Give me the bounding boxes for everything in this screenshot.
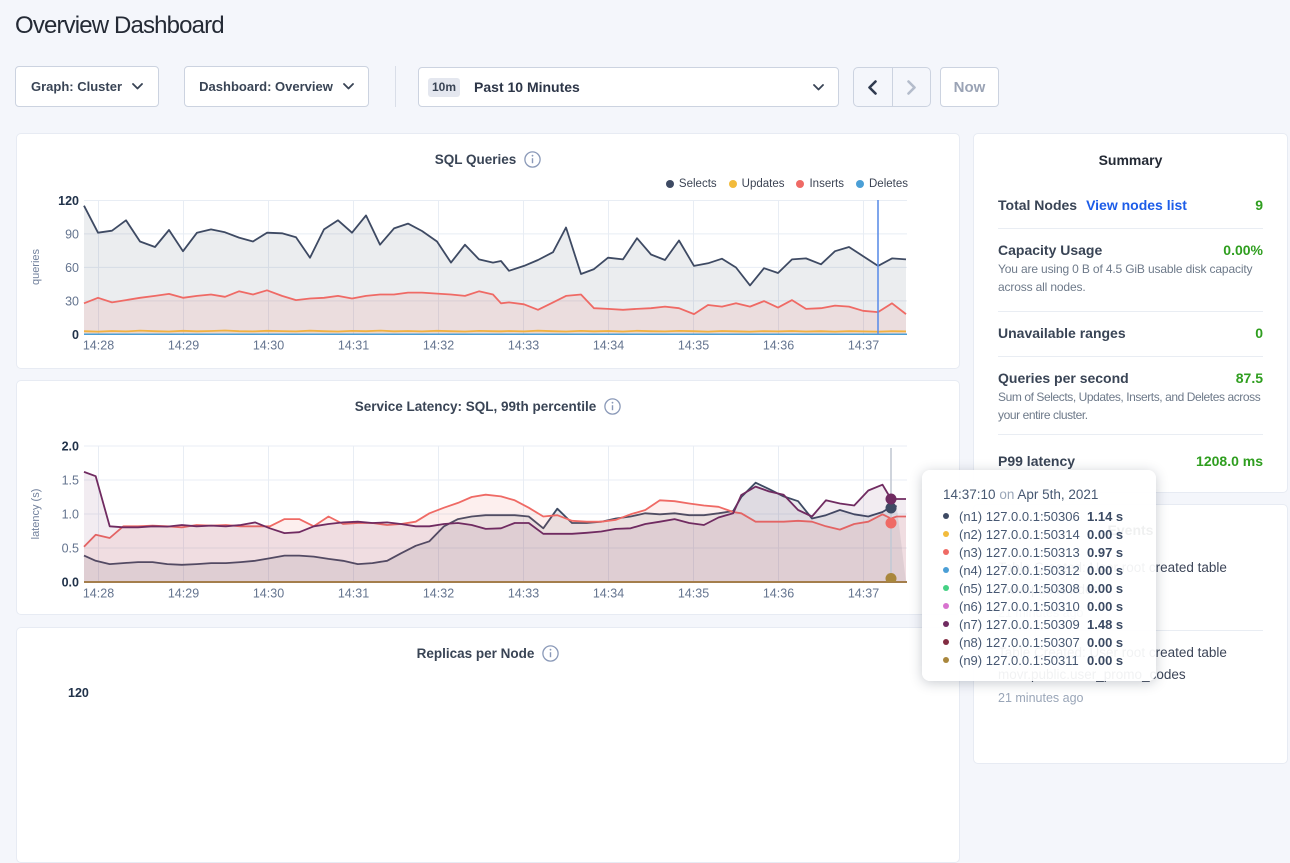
- svg-text:14:33: 14:33: [508, 339, 539, 353]
- svg-text:14:31: 14:31: [338, 339, 369, 353]
- svg-text:14:30: 14:30: [253, 339, 284, 353]
- svg-text:14:32: 14:32: [423, 339, 454, 353]
- svg-text:14:35: 14:35: [678, 587, 709, 601]
- svg-text:14:30: 14:30: [253, 587, 284, 601]
- svg-text:14:34: 14:34: [593, 339, 624, 353]
- svg-text:14:34: 14:34: [593, 587, 624, 601]
- svg-text:14:36: 14:36: [763, 587, 794, 601]
- svg-text:14:37: 14:37: [848, 587, 879, 601]
- svg-text:14:35: 14:35: [678, 339, 709, 353]
- svg-text:14:37: 14:37: [848, 339, 879, 353]
- svg-text:1.5: 1.5: [62, 474, 79, 488]
- svg-text:queries: queries: [30, 248, 42, 285]
- svg-text:latency (s): latency (s): [30, 489, 42, 540]
- svg-text:14:33: 14:33: [508, 587, 539, 601]
- svg-text:120: 120: [58, 194, 79, 208]
- svg-text:14:36: 14:36: [763, 339, 794, 353]
- svg-text:0: 0: [72, 328, 79, 342]
- svg-text:14:31: 14:31: [338, 587, 369, 601]
- svg-text:2.0: 2.0: [62, 440, 79, 454]
- svg-text:14:28: 14:28: [83, 587, 114, 601]
- svg-text:0.5: 0.5: [62, 542, 79, 556]
- svg-text:1.0: 1.0: [62, 508, 79, 522]
- svg-text:30: 30: [65, 294, 79, 308]
- svg-text:14:29: 14:29: [168, 587, 199, 601]
- svg-text:60: 60: [65, 261, 79, 275]
- svg-text:14:29: 14:29: [168, 339, 199, 353]
- svg-text:0.0: 0.0: [62, 576, 79, 590]
- svg-text:14:28: 14:28: [83, 339, 114, 353]
- svg-text:90: 90: [65, 227, 79, 241]
- svg-text:14:32: 14:32: [423, 587, 454, 601]
